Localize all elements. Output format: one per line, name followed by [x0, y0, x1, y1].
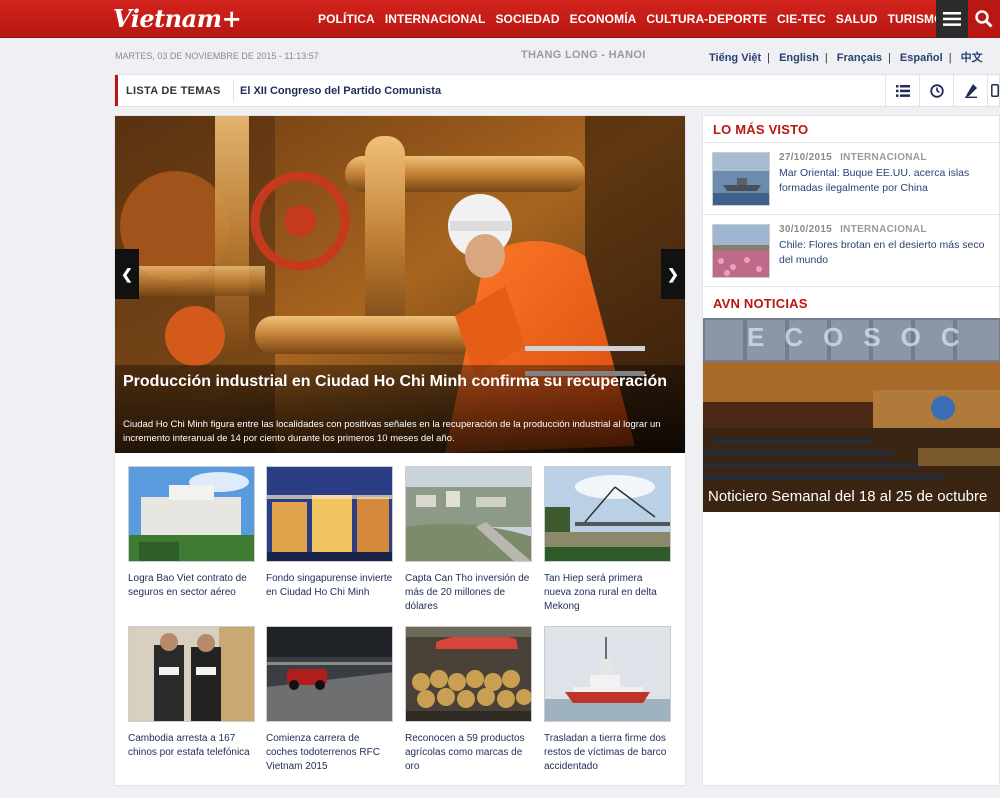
top-navigation-bar: Vietnam+ POLÍTICA INTERNACIONAL SOCIEDAD… [0, 0, 1000, 38]
nav-item-cie-tec[interactable]: CIE-TEC [777, 12, 826, 26]
nav-item-cultura-deporte[interactable]: CULTURA-DEPORTE [646, 12, 767, 26]
topics-bar: LISTA DE TEMAS El XII Congreso del Parti… [114, 74, 1000, 107]
main-content: Producción industrial en Ciudad Ho Chi M… [114, 115, 686, 786]
article-image[interactable] [128, 626, 255, 722]
article-caption[interactable]: Tan Hiep será primera nueva zona rural e… [544, 572, 671, 614]
item-category[interactable]: INTERNACIONAL [840, 224, 927, 235]
item-category[interactable]: INTERNACIONAL [840, 152, 927, 163]
article-card[interactable]: Cambodia arresta a 167 chinos por estafa… [128, 626, 255, 760]
latest-news-button[interactable] [919, 75, 953, 106]
date-bar: MARTES, 03 DE NOVIEMBRE DE 2015 - 11:13:… [0, 38, 1000, 72]
main-nav: POLÍTICA INTERNACIONAL SOCIEDAD ECONOMÍA… [318, 0, 954, 38]
article-image[interactable] [266, 466, 393, 562]
slider-next-button[interactable]: ❯ [661, 249, 685, 299]
most-viewed-meta: 30/10/2015 INTERNACIONAL [779, 224, 927, 235]
article-image[interactable] [544, 626, 671, 722]
clock-icon [929, 83, 944, 98]
search-button[interactable] [968, 0, 1000, 38]
article-card[interactable]: Trasladan a tierra firme dos restos de v… [544, 626, 671, 774]
hero-description: Ciudad Ho Chi Minh figura entre las loca… [123, 419, 661, 444]
hero-title[interactable]: Producción industrial en Ciudad Ho Chi M… [123, 372, 673, 391]
divider [233, 81, 234, 101]
article-card[interactable]: Logra Bao Viet contrato de seguros en se… [128, 466, 255, 600]
article-card[interactable]: Comienza carrera de coches todoterrenos … [266, 626, 393, 774]
article-caption[interactable]: Capta Can Tho inversión de más de 20 mil… [405, 572, 532, 614]
chevron-left-icon: ❮ [121, 265, 133, 282]
most-viewed-thumbnail[interactable] [712, 224, 770, 278]
accent-line [115, 75, 118, 106]
article-caption[interactable]: Logra Bao Viet contrato de seguros en se… [128, 572, 255, 600]
chevron-right-icon: ❯ [667, 265, 679, 282]
lang-french[interactable]: Français [837, 52, 882, 64]
separator: | [948, 52, 952, 64]
highlight-button[interactable] [953, 75, 987, 106]
pen-icon [964, 83, 977, 98]
article-image[interactable] [405, 466, 532, 562]
divider [703, 214, 1000, 215]
video-player[interactable]: ECOSOC Noticiero Semanal del 18 al 25 de… [703, 318, 1000, 512]
most-viewed-meta: 27/10/2015 INTERNACIONAL [779, 152, 927, 163]
most-viewed-title[interactable]: Chile: Flores brotan en el desierto más … [779, 238, 995, 268]
article-image[interactable] [266, 626, 393, 722]
site-logo[interactable]: Vietnam+ [113, 4, 242, 33]
article-image[interactable] [544, 466, 671, 562]
topics-label: LISTA DE TEMAS [126, 85, 221, 97]
article-card[interactable]: Fondo singapurense invierte en Ciudad Ho… [266, 466, 393, 600]
lang-spanish[interactable]: Español [900, 52, 943, 64]
article-caption[interactable]: Fondo singapurense invierte en Ciudad Ho… [266, 572, 393, 600]
item-date: 27/10/2015 [779, 152, 833, 163]
nav-item-internacional[interactable]: INTERNACIONAL [385, 12, 486, 26]
current-date: MARTES, 03 DE NOVIEMBRE DE 2015 - 11:13:… [115, 51, 319, 61]
nav-item-politica[interactable]: POLÍTICA [318, 12, 375, 26]
most-viewed-item[interactable]: 27/10/2015 INTERNACIONAL Mar Oriental: Bu… [712, 152, 997, 210]
hero-slider[interactable]: Producción industrial en Ciudad Ho Chi M… [115, 116, 685, 453]
most-viewed-title: LO MÁS VISTO [713, 122, 809, 137]
search-icon [975, 10, 993, 28]
article-image[interactable] [128, 466, 255, 562]
separator: | [824, 52, 828, 64]
article-card[interactable]: Capta Can Tho inversión de más de 20 mil… [405, 466, 532, 614]
nav-item-salud[interactable]: SALUD [836, 12, 878, 26]
article-caption[interactable]: Reconocen a 59 productos agrícolas como … [405, 732, 532, 774]
article-caption[interactable]: Trasladan a tierra firme dos restos de v… [544, 732, 671, 774]
list-view-button[interactable] [885, 75, 919, 106]
lang-chinese[interactable]: 中文 [961, 52, 983, 64]
lang-vietnamese[interactable]: Tiếng Việt [709, 52, 761, 64]
avn-news-title: AVN NOTICIAS [713, 296, 808, 311]
lang-english[interactable]: English [779, 52, 819, 64]
language-switcher: Tiếng Việt | English | Français | Español | … [709, 49, 983, 65]
article-caption[interactable]: Comienza carrera de coches todoterrenos … [266, 732, 393, 774]
article-image[interactable] [405, 626, 532, 722]
logo-text: Vietnam+ [113, 4, 242, 33]
nav-item-sociedad[interactable]: SOCIEDAD [495, 12, 559, 26]
sidebar: LO MÁS VISTO 27/10/2015 INTERNACIONAL Mar… [702, 115, 1000, 786]
menu-button[interactable] [936, 0, 968, 38]
topic-link[interactable]: El XII Congreso del Partido Comunista [240, 85, 441, 97]
most-viewed-item[interactable]: 30/10/2015 INTERNACIONAL Chile: Flores br… [712, 224, 997, 282]
nav-item-economia[interactable]: ECONOMÍA [570, 12, 637, 26]
list-icon [895, 84, 910, 97]
most-viewed-thumbnail[interactable] [712, 152, 770, 206]
hamburger-icon [943, 12, 961, 26]
separator: | [888, 52, 891, 64]
article-card[interactable]: Reconocen a 59 productos agrícolas como … [405, 626, 532, 774]
video-caption[interactable]: Noticiero Semanal del 18 al 25 de octubr… [708, 488, 987, 505]
divider [703, 142, 1000, 143]
mobile-icon [990, 84, 999, 97]
most-viewed-title[interactable]: Mar Oriental: Buque EE.UU. acerca islas … [779, 166, 995, 196]
video-banner-text: ECOSOC [747, 322, 980, 352]
article-caption[interactable]: Cambodia arresta a 167 chinos por estafa… [128, 732, 255, 760]
item-date: 30/10/2015 [779, 224, 833, 235]
divider [703, 286, 1000, 287]
separator: | [767, 52, 771, 64]
mobile-button[interactable] [987, 75, 1000, 106]
slider-prev-button[interactable]: ❮ [115, 249, 139, 299]
article-card[interactable]: Tan Hiep será primera nueva zona rural e… [544, 466, 671, 614]
city-label: THANG LONG - HANOI [521, 49, 646, 61]
